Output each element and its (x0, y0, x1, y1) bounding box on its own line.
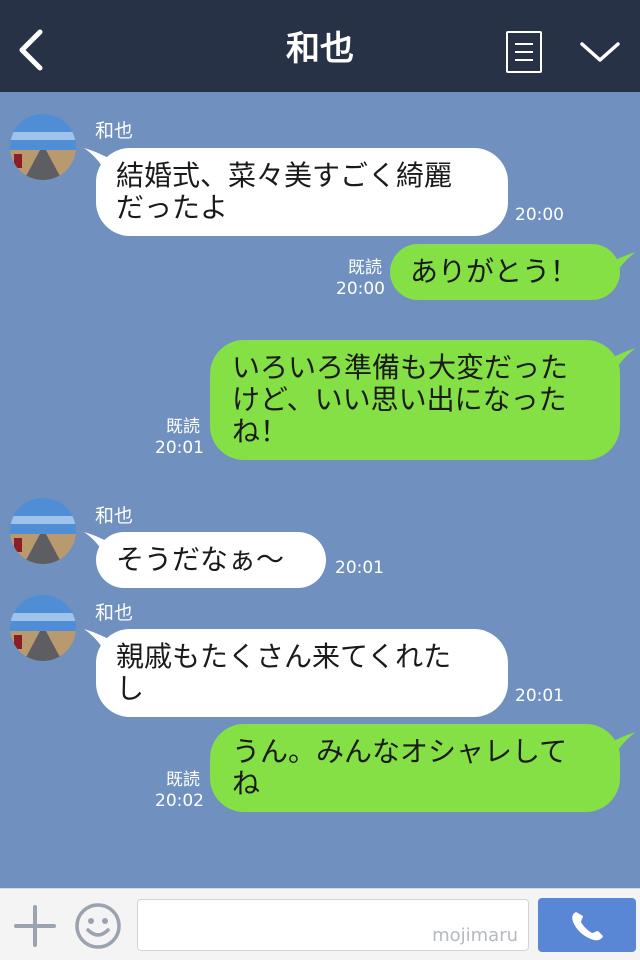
read-receipt: 既読 (348, 258, 382, 278)
chevron-down-icon (580, 42, 620, 62)
message-time: 20:01 (155, 438, 204, 458)
message-text-line: ね (232, 767, 261, 800)
emoji-button[interactable] (74, 902, 122, 950)
road-photo-icon (10, 595, 76, 661)
incoming-message-bubble[interactable]: 親戚もたくさん来てくれた し (96, 629, 508, 717)
message-time: 20:01 (515, 686, 564, 706)
bubble-tail (608, 348, 636, 372)
outgoing-message-bubble[interactable]: いろいろ準備も大変だった けど、いい思い出になった ね！ (210, 340, 620, 460)
watermark: mojimaru (432, 925, 518, 946)
menu-toggle-button[interactable] (578, 36, 622, 66)
read-receipt: 既読 (166, 770, 200, 790)
avatar[interactable] (10, 498, 76, 564)
message-time: 20:00 (336, 279, 385, 299)
sender-name: 和也 (95, 505, 134, 527)
notes-list-button[interactable] (506, 31, 542, 73)
call-button[interactable] (538, 898, 636, 952)
road-photo-icon (10, 114, 76, 180)
message-text-line: し (116, 672, 145, 705)
outgoing-message-bubble[interactable]: ありがとう！ (390, 244, 620, 300)
incoming-message-bubble[interactable]: そうだなぁ〜 (96, 532, 326, 588)
message-text: そうだなぁ〜 (116, 543, 285, 576)
message-text-line: うん。みんなオシャレして (232, 735, 568, 768)
message-time: 20:02 (155, 791, 204, 811)
incoming-message-bubble[interactable]: 結婚式、菜々美すごく綺麗 だったよ (96, 148, 508, 236)
sender-name: 和也 (95, 120, 134, 142)
message-input[interactable]: mojimaru (137, 899, 529, 951)
message-time: 20:00 (515, 205, 564, 225)
outgoing-message-bubble[interactable]: うん。みんなオシャレして ね (210, 724, 620, 812)
avatar[interactable] (10, 114, 76, 180)
phone-icon (572, 912, 603, 941)
message-time: 20:01 (335, 558, 384, 578)
smiley-icon (75, 903, 121, 949)
message-text: ありがとう！ (410, 255, 579, 288)
read-receipt: 既読 (166, 417, 200, 437)
bubble-tail (608, 732, 636, 756)
compose-bar: mojimaru (0, 888, 640, 960)
bubble-tail (608, 252, 636, 276)
sender-name: 和也 (95, 602, 134, 624)
message-text-line: ね！ (232, 415, 289, 448)
message-text-line: 結婚式、菜々美すごく綺麗 (116, 159, 453, 192)
message-text-line: いろいろ準備も大変だった (232, 351, 569, 384)
avatar[interactable] (10, 595, 76, 661)
message-list[interactable]: 和也 結婚式、菜々美すごく綺麗 だったよ 20:00 既読 20:00 ありがと… (0, 92, 640, 888)
message-text-line: 親戚もたくさん来てくれた (116, 640, 452, 673)
chat-title: 和也 (286, 29, 354, 69)
message-text-line: けど、いい思い出になった (232, 383, 567, 416)
plus-icon[interactable] (14, 905, 56, 947)
message-text-line: だったよ (116, 191, 229, 224)
road-photo-icon (10, 498, 76, 564)
chat-header: 和也 (0, 0, 640, 92)
